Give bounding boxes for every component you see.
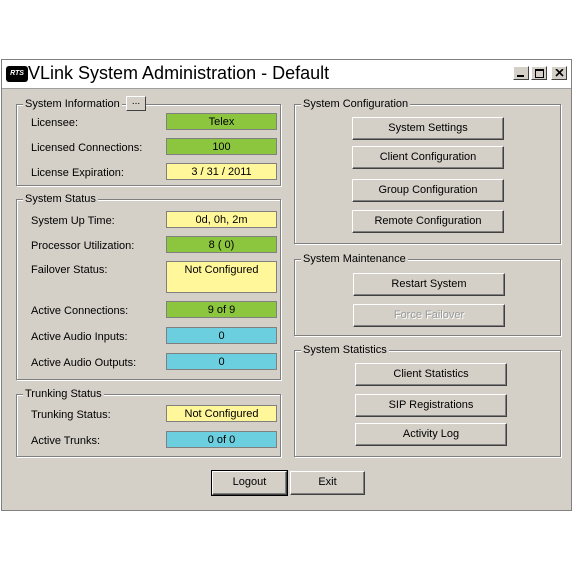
- active-trunks-value: 0 of 0: [166, 431, 277, 448]
- exit-button[interactable]: Exit: [290, 471, 365, 495]
- system-statistics-legend: System Statistics: [301, 344, 389, 356]
- window-controls: [513, 66, 567, 80]
- trunking-status-legend: Trunking Status: [23, 388, 104, 400]
- active-audio-inputs-value: 0: [166, 327, 277, 344]
- title-bar[interactable]: RTS VLink System Administration - Defaul…: [2, 60, 571, 89]
- license-expiration-value: 3 / 31 / 2011: [166, 163, 277, 180]
- licensed-connections-value: 100: [166, 138, 277, 155]
- active-connections-value: 9 of 9: [166, 301, 277, 318]
- system-information-legend: System Information: [23, 98, 122, 110]
- system-configuration-group: System Configuration System Settings Cli…: [294, 98, 561, 244]
- licensed-connections-label: Licensed Connections:: [31, 142, 143, 154]
- system-configuration-legend: System Configuration: [301, 98, 411, 110]
- activity-log-button[interactable]: Activity Log: [355, 423, 507, 446]
- system-maintenance-group: System Maintenance Restart System Force …: [294, 253, 561, 336]
- active-audio-outputs-label: Active Audio Outputs:: [31, 357, 137, 369]
- client-statistics-button[interactable]: Client Statistics: [355, 363, 507, 386]
- system-settings-button[interactable]: System Settings: [352, 117, 504, 140]
- system-information-group: System Information ... Licensee: Telex L…: [16, 96, 281, 186]
- logout-button[interactable]: Logout: [211, 470, 288, 496]
- system-statistics-group: System Statistics Client Statistics SIP …: [294, 344, 561, 457]
- license-expiration-label: License Expiration:: [31, 167, 124, 179]
- client-configuration-button[interactable]: Client Configuration: [352, 146, 504, 169]
- licensee-value: Telex: [166, 113, 277, 130]
- active-audio-inputs-label: Active Audio Inputs:: [31, 331, 128, 343]
- active-connections-label: Active Connections:: [31, 305, 129, 317]
- app-window: RTS VLink System Administration - Defaul…: [1, 59, 572, 511]
- system-status-legend: System Status: [23, 193, 98, 205]
- active-trunks-label: Active Trunks:: [31, 435, 101, 447]
- uptime-label: System Up Time:: [31, 215, 115, 227]
- minimize-button[interactable]: [513, 66, 529, 80]
- failover-status-label: Failover Status:: [31, 264, 108, 276]
- close-icon: [555, 69, 564, 77]
- window-title: VLink System Administration - Default: [28, 63, 330, 83]
- system-information-more-button[interactable]: ...: [126, 96, 146, 111]
- restart-system-button[interactable]: Restart System: [353, 273, 505, 296]
- processor-utilization-value: 8 ( 0): [166, 236, 277, 253]
- trunking-status-value: Not Configured: [166, 405, 277, 422]
- processor-utilization-label: Processor Utilization:: [31, 240, 135, 252]
- sip-registrations-button[interactable]: SIP Registrations: [355, 394, 507, 417]
- system-maintenance-legend: System Maintenance: [301, 253, 408, 265]
- licensee-label: Licensee:: [31, 117, 79, 129]
- trunking-status-label: Trunking Status:: [31, 409, 111, 421]
- close-button[interactable]: [551, 66, 567, 80]
- maximize-button[interactable]: [531, 66, 547, 80]
- trunking-status-group: Trunking Status Trunking Status: Not Con…: [16, 388, 281, 457]
- uptime-value: 0d, 0h, 2m: [166, 211, 277, 228]
- failover-status-value: Not Configured: [166, 261, 277, 293]
- rts-logo-icon: RTS: [6, 66, 28, 82]
- group-configuration-button[interactable]: Group Configuration: [352, 179, 504, 202]
- force-failover-button: Force Failover: [353, 304, 505, 327]
- remote-configuration-button[interactable]: Remote Configuration: [352, 210, 504, 233]
- system-status-group: System Status System Up Time: 0d, 0h, 2m…: [16, 193, 281, 380]
- active-audio-outputs-value: 0: [166, 353, 277, 370]
